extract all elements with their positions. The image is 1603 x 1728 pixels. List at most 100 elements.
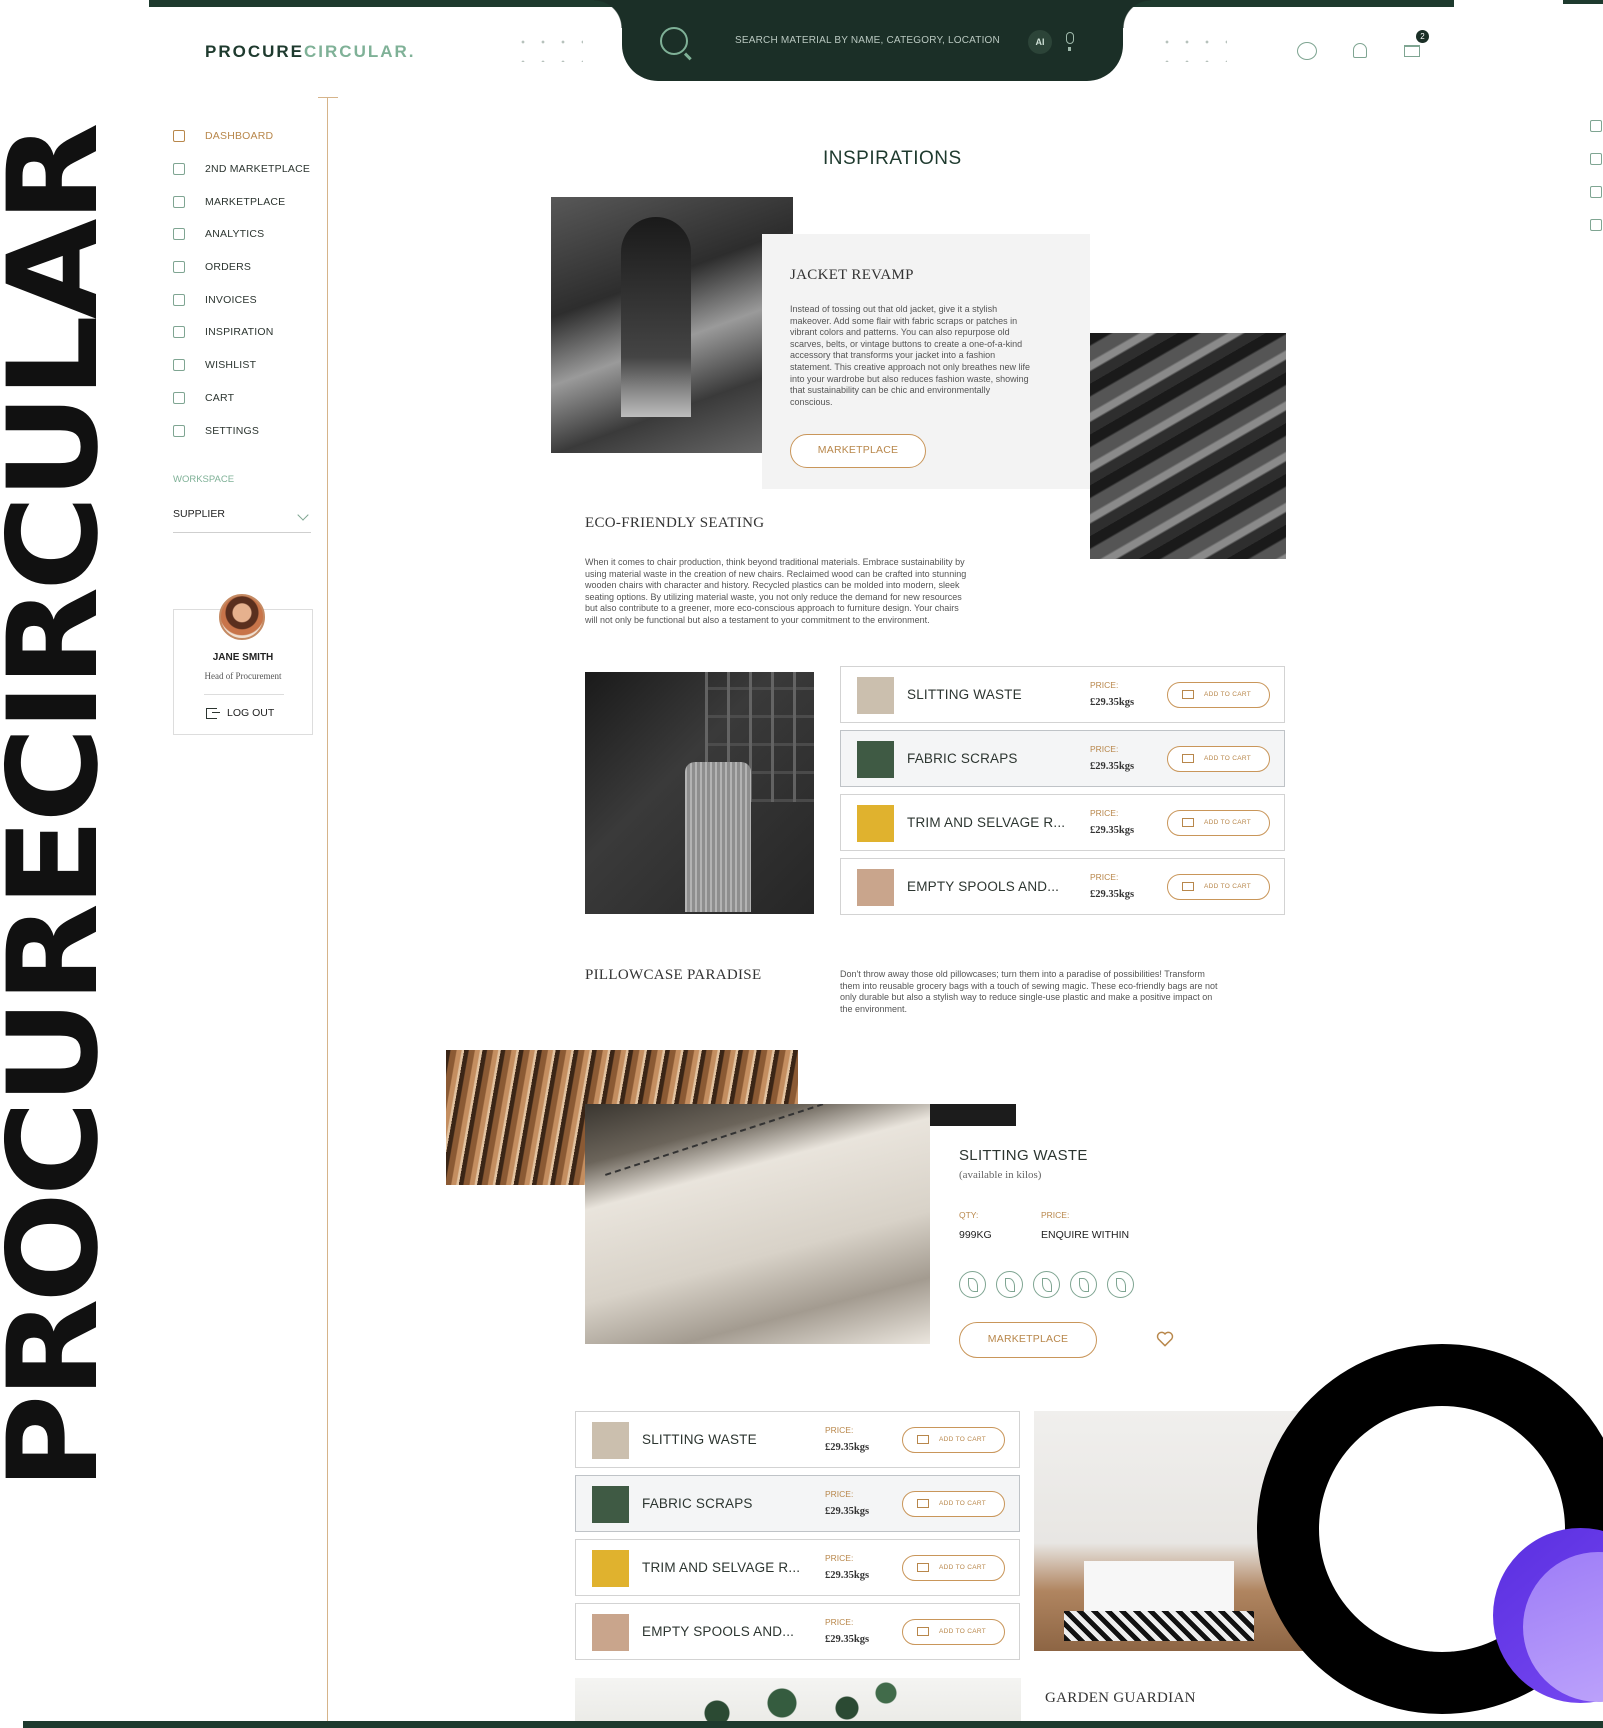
plant-icon [1033, 1271, 1060, 1298]
sidebar-item-dashboard[interactable]: DASHBOARD [173, 120, 313, 153]
detail-marketplace-button[interactable]: MARKETPLACE [959, 1322, 1097, 1358]
add-to-cart-button[interactable]: ADD TO CART [1167, 682, 1270, 708]
search-bar[interactable]: SEARCH MATERIAL BY NAME, CATEGORY, LOCAT… [594, 0, 1151, 81]
product-thumbnail [857, 805, 894, 842]
page-title: INSPIRATIONS [823, 148, 962, 169]
heart-icon[interactable] [1155, 1329, 1175, 1349]
sidebar-item-label: WISHLIST [205, 359, 257, 372]
add-to-cart-label: ADD TO CART [939, 1628, 987, 1635]
avatar [219, 594, 265, 640]
price-value: £29.35kgs [825, 1442, 870, 1453]
product-list-a: SLITTING WASTE PRICE: £29.35kgs ADD TO C… [840, 666, 1285, 922]
cart-icon [1182, 690, 1194, 699]
product-row[interactable]: TRIM AND SELVAGE R... PRICE: £29.35kgs A… [840, 794, 1285, 851]
sidebar-item-cart[interactable]: CART [173, 382, 313, 415]
cart-icon [173, 391, 185, 404]
ai-search-button[interactable]: AI [1028, 30, 1052, 54]
store-icon [1590, 219, 1602, 231]
add-to-cart-button[interactable]: ADD TO CART [1167, 810, 1270, 836]
sidebar-item-label: 2ND MARKETPLACE [205, 163, 311, 176]
workspace-value: SUPPLIER [173, 508, 225, 520]
sidebar-item-label: INSPIRATION [205, 326, 274, 339]
sidebar-item-label: MARKETPLACE [205, 195, 286, 208]
sidebar-item-inspiration[interactable]: INSPIRATION [173, 316, 313, 349]
cart-icon [917, 1499, 929, 1508]
jacket-body: Instead of tossing out that old jacket, … [790, 304, 1030, 407]
product-name: TRIM AND SELVAGE R... [642, 1560, 801, 1575]
product-thumbnail [592, 1422, 629, 1459]
add-to-cart-label: ADD TO CART [1204, 691, 1252, 698]
hand-plant-icon [1107, 1271, 1134, 1298]
sidebar-item-invoices[interactable]: INVOICES [173, 283, 313, 316]
add-to-cart-label: ADD TO CART [1204, 883, 1252, 890]
qty-label: QTY: [959, 1210, 979, 1220]
cart-icon[interactable] [1402, 42, 1422, 60]
add-to-cart-button[interactable]: ADD TO CART [902, 1619, 1005, 1645]
product-row[interactable]: SLITTING WASTE PRICE: £29.35kgs ADD TO C… [575, 1411, 1020, 1468]
sidebar-item-2nd-marketplace[interactable]: 2ND MARKETPLACE [173, 153, 313, 186]
leaves-icon [1070, 1271, 1097, 1298]
sidebar-nav: DASHBOARD 2ND MARKETPLACE MARKETPLACE AN… [173, 120, 313, 447]
invoice-icon [173, 293, 185, 306]
detail-price-label: PRICE: [1041, 1210, 1070, 1220]
top-accent-bar-right [1563, 0, 1603, 4]
price-label: PRICE: [825, 1617, 854, 1627]
cart-icon [1182, 882, 1194, 891]
product-row[interactable]: FABRIC SCRAPS PRICE: £29.35kgs ADD TO CA… [575, 1475, 1020, 1532]
logout-icon [206, 707, 220, 719]
price-value: £29.35kgs [1090, 889, 1135, 900]
add-to-cart-button[interactable]: ADD TO CART [1167, 874, 1270, 900]
add-to-cart-button[interactable]: ADD TO CART [902, 1491, 1005, 1517]
recycle-marketplace-icon [1590, 153, 1602, 165]
decorative-dots-left [513, 32, 583, 62]
jacket-woman-image [551, 197, 793, 453]
jacket-marketplace-button[interactable]: MARKETPLACE [790, 434, 926, 468]
product-row[interactable]: FABRIC SCRAPS PRICE: £29.35kgs ADD TO CA… [840, 730, 1285, 787]
add-to-cart-label: ADD TO CART [939, 1500, 987, 1507]
sidebar-item-settings[interactable]: SETTINGS [173, 414, 313, 447]
product-row[interactable]: EMPTY SPOOLS AND... PRICE: £29.35kgs ADD… [575, 1603, 1020, 1660]
logo[interactable]: PROCURECIRCULAR. [205, 42, 416, 62]
product-row[interactable]: TRIM AND SELVAGE R... PRICE: £29.35kgs A… [575, 1539, 1020, 1596]
microphone-icon[interactable] [1066, 32, 1074, 51]
sidebar-item-orders[interactable]: ORDERS [173, 251, 313, 284]
detail-subtitle: (available in kilos) [959, 1169, 1042, 1181]
add-to-cart-button[interactable]: ADD TO CART [1167, 746, 1270, 772]
brand-side-text: PROCURECIRCULAR [0, 126, 126, 1491]
product-name: SLITTING WASTE [642, 1432, 757, 1447]
chat-icon[interactable] [1297, 42, 1317, 60]
chair-woman-image [585, 672, 814, 914]
sidebar-item-marketplace[interactable]: MARKETPLACE [173, 185, 313, 218]
sidebar-item-wishlist[interactable]: WISHLIST [173, 349, 313, 382]
eco-icons [959, 1271, 1134, 1298]
sidebar-item-analytics[interactable]: ANALYTICS [173, 218, 313, 251]
adjacent-screen-sidebar [1590, 120, 1603, 252]
product-list-b: SLITTING WASTE PRICE: £29.35kgs ADD TO C… [575, 1411, 1020, 1667]
product-row[interactable]: SLITTING WASTE PRICE: £29.35kgs ADD TO C… [840, 666, 1285, 723]
workspace-label: WORKSPACE [173, 474, 235, 485]
sidebar-item-label: CART [205, 391, 235, 404]
price-label: PRICE: [1090, 680, 1119, 690]
sidebar-item-label: ANALYTICS [205, 228, 265, 241]
profile-role: Head of Procurement [204, 671, 282, 681]
workspace-select[interactable]: SUPPLIER [173, 508, 311, 533]
chevron-down-icon [297, 509, 309, 521]
logout-label: LOG OUT [227, 707, 275, 719]
product-thumbnail [592, 1486, 629, 1523]
detail-title: SLITTING WASTE [959, 1147, 1088, 1164]
pillowcase-title: PILLOWCASE PARADISE [585, 967, 762, 983]
globe-icon [173, 326, 185, 339]
add-to-cart-button[interactable]: ADD TO CART [902, 1427, 1005, 1453]
shopping-bag-icon [173, 261, 185, 274]
logout-button[interactable]: LOG OUT [206, 707, 274, 719]
add-to-cart-label: ADD TO CART [1204, 755, 1252, 762]
logo-main: PROCURE [205, 42, 305, 61]
search-icon[interactable] [660, 27, 688, 55]
search-input[interactable]: SEARCH MATERIAL BY NAME, CATEGORY, LOCAT… [735, 35, 1000, 46]
profile-name: JANE SMITH [212, 652, 274, 663]
sidebar-divider [327, 97, 328, 1728]
product-row[interactable]: EMPTY SPOOLS AND... PRICE: £29.35kgs ADD… [840, 858, 1285, 915]
add-to-cart-button[interactable]: ADD TO CART [902, 1555, 1005, 1581]
price-value: £29.35kgs [825, 1570, 870, 1581]
bell-icon[interactable] [1350, 42, 1370, 60]
